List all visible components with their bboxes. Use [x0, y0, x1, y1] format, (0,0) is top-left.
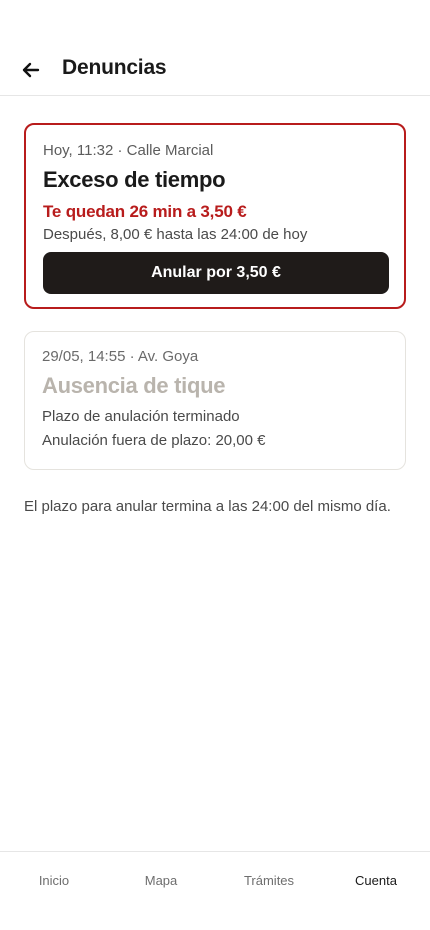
deadline-footnote: El plazo para anular termina a las 24:00…	[24, 498, 391, 515]
nav-item-cuenta[interactable]: Cuenta	[322, 873, 430, 888]
arrow-left-icon	[22, 62, 40, 78]
deadline-status: Plazo de anulación terminado	[42, 408, 240, 425]
back-button[interactable]	[18, 57, 44, 83]
bottom-nav: Inicio Mapa Trámites Cuenta	[0, 851, 430, 930]
late-cancel-price: Anulación fuera de plazo: 20,00 €	[42, 432, 266, 449]
fine-title: Exceso de tiempo	[43, 167, 226, 192]
later-price-text: Después, 8,00 € hasta las 24:00 de hoy	[43, 226, 308, 243]
fine-meta: Hoy, 11:32 · Calle Marcial	[43, 142, 214, 159]
countdown-text: Te quedan 26 min a 3,50 €	[43, 202, 247, 221]
fine-card-active: Hoy, 11:32 · Calle Marcial Exceso de tie…	[24, 123, 406, 309]
nav-item-mapa[interactable]: Mapa	[107, 873, 215, 888]
page-title: Denuncias	[62, 56, 167, 79]
nav-item-tramites[interactable]: Trámites	[215, 873, 323, 888]
header: Denuncias	[0, 0, 430, 96]
fine-title: Ausencia de tique	[42, 373, 226, 398]
cancel-fine-button[interactable]: Anular por 3,50 €	[43, 252, 389, 294]
fine-card-expired: 29/05, 14:55 · Av. Goya Ausencia de tiqu…	[24, 331, 406, 470]
app-screen: Denuncias Hoy, 11:32 · Calle Marcial Exc…	[0, 0, 430, 930]
fine-meta: 29/05, 14:55 · Av. Goya	[42, 348, 199, 365]
nav-item-inicio[interactable]: Inicio	[0, 873, 108, 888]
